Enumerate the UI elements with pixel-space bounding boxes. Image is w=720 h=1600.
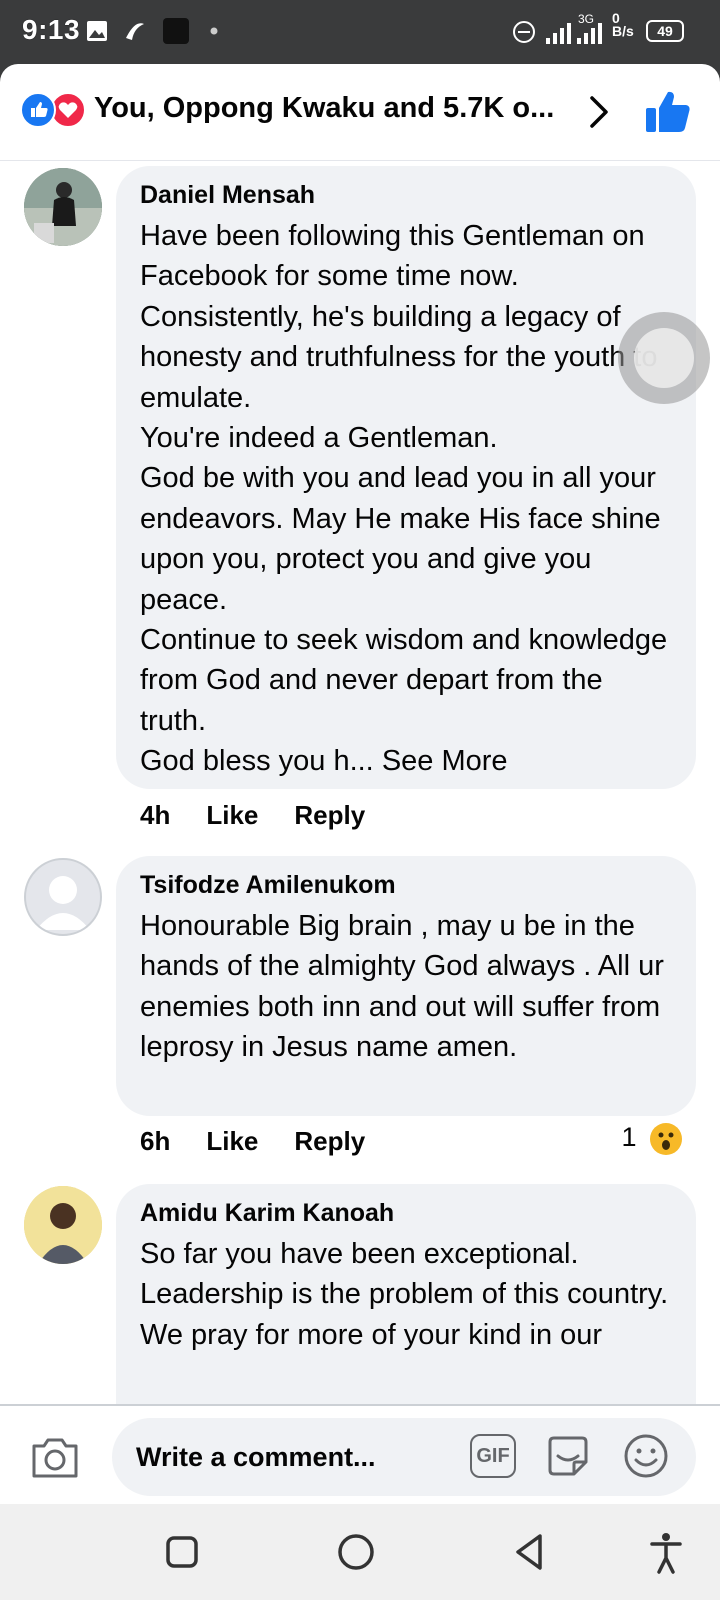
comment-text: Have been following this Gentleman on Fa…: [140, 216, 672, 782]
avatar[interactable]: [24, 858, 102, 936]
reply-button[interactable]: Reply: [294, 1126, 365, 1156]
comment-author[interactable]: Amidu Karim Kanoah: [140, 1198, 672, 1228]
like-button[interactable]: Like: [206, 1126, 258, 1156]
like-icon: [20, 92, 56, 128]
accessibility-icon[interactable]: [644, 1530, 688, 1574]
comment-author[interactable]: Tsifodze Amilenukom: [140, 870, 672, 900]
comment-composer: GIF: [0, 1404, 720, 1504]
avatar[interactable]: [24, 1186, 102, 1264]
status-bar: 9:13 3G 0 B/s 49: [0, 0, 720, 64]
comments-sheet: You, Oppong Kwaku and 5.7K o... Daniel M…: [0, 64, 720, 1504]
chevron-right-icon[interactable]: [584, 94, 612, 130]
sticker-icon[interactable]: [544, 1432, 592, 1480]
gif-button[interactable]: GIF: [470, 1434, 516, 1478]
reaction-count: 1: [621, 1122, 637, 1152]
emoji-icon[interactable]: [622, 1432, 670, 1480]
network-speed: 0 B/s: [612, 10, 634, 39]
back-icon[interactable]: [508, 1530, 552, 1574]
comment-author[interactable]: Daniel Mensah: [140, 180, 672, 210]
comment-bubble: Daniel Mensah Have been following this G…: [116, 166, 696, 789]
comment-input[interactable]: [136, 1438, 456, 1476]
system-nav-bar: [0, 1504, 720, 1600]
app-square-icon: [163, 18, 189, 44]
comment-time: 4h: [140, 800, 171, 830]
network-type: 3G: [578, 12, 595, 26]
comment-actions: 6h Like Reply: [140, 1126, 401, 1157]
reaction-icons: [20, 92, 86, 128]
comment-body: Have been following this Gentleman on Fa…: [140, 220, 668, 778]
more-notifications-dot-icon: [210, 27, 218, 35]
battery-icon: 49: [646, 20, 684, 42]
status-time: 9:13: [22, 14, 81, 45]
comment-time: 6h: [140, 1126, 171, 1156]
comment-box[interactable]: GIF: [112, 1418, 696, 1496]
reactions-header[interactable]: You, Oppong Kwaku and 5.7K o...: [0, 64, 720, 161]
thumbs-up-icon[interactable]: [644, 88, 692, 136]
comment-list[interactable]: Daniel Mensah Have been following this G…: [0, 164, 720, 1467]
comment-actions: 4h Like Reply: [140, 800, 401, 831]
gallery-icon: [87, 21, 107, 41]
comment-body: Honourable Big brain , may u be in the h…: [140, 910, 664, 1064]
comment-reactions[interactable]: 1: [621, 1122, 682, 1155]
home-icon[interactable]: [334, 1530, 378, 1574]
camera-icon[interactable]: [30, 1434, 80, 1480]
battery-level: 49: [657, 23, 673, 39]
loading-indicator: [618, 312, 710, 404]
signal-icon: [546, 23, 602, 44]
see-more-link[interactable]: See More: [382, 745, 508, 777]
app-notification-icon: [126, 23, 144, 40]
comment-body: So far you have been exceptional. Leader…: [140, 1238, 669, 1351]
reply-button[interactable]: Reply: [294, 800, 365, 830]
like-button[interactable]: Like: [206, 800, 258, 830]
wow-reaction-icon: [650, 1122, 682, 1155]
do-not-disturb-icon: [513, 21, 535, 43]
avatar[interactable]: [24, 168, 102, 246]
reactions-summary[interactable]: You, Oppong Kwaku and 5.7K o...: [94, 92, 564, 125]
comment-bubble: Tsifodze Amilenukom Honourable Big brain…: [116, 856, 696, 1116]
recent-apps-icon[interactable]: [160, 1530, 204, 1574]
